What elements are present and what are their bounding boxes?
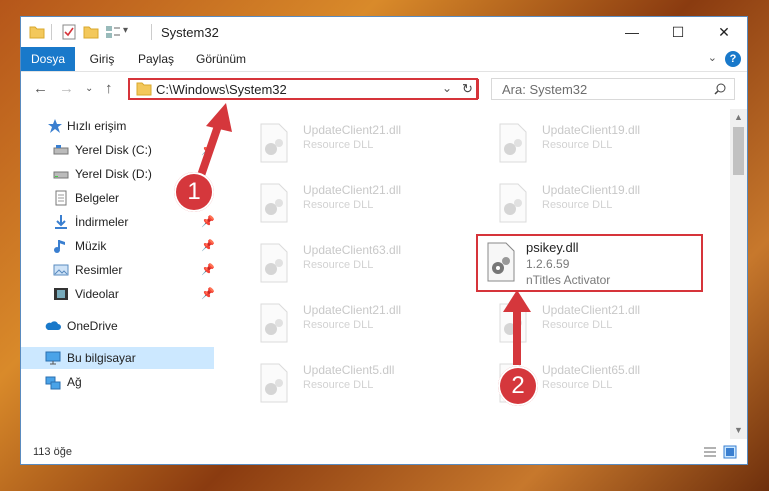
- annotation-arrows: [192, 103, 531, 365]
- step-2-badge: 2: [498, 366, 538, 406]
- step-1-badge: 1: [174, 172, 214, 212]
